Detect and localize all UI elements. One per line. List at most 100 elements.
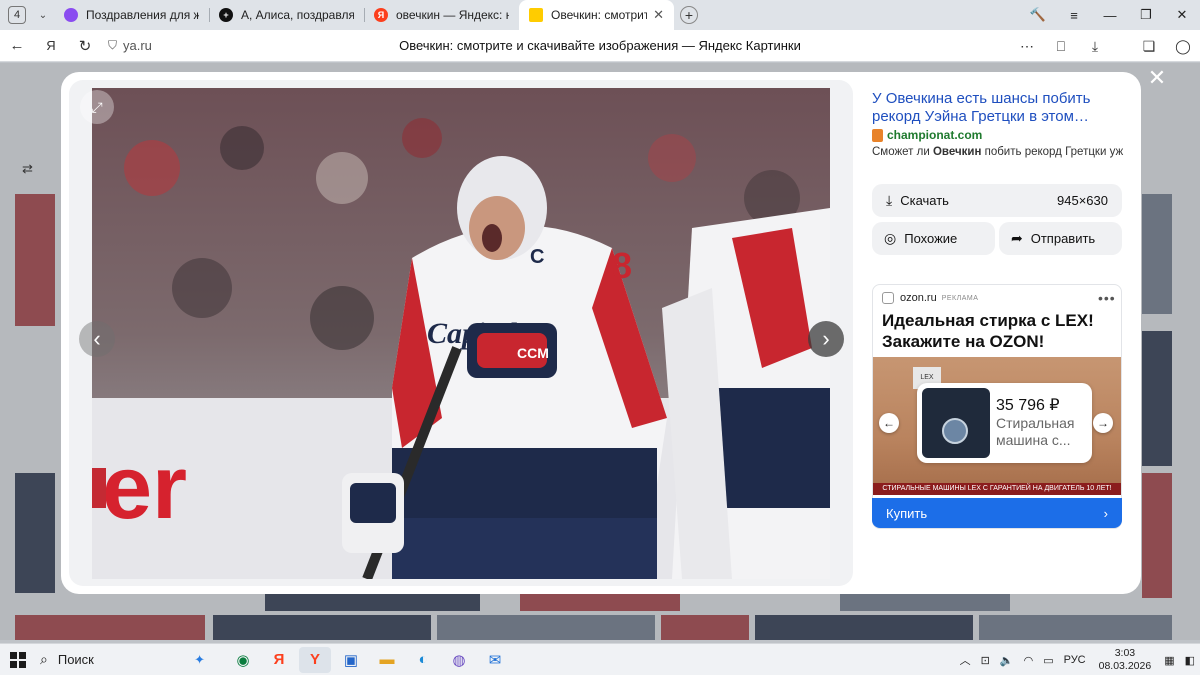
bg-thumbnail	[265, 593, 480, 611]
filter-icon[interactable]: ⇄	[22, 161, 33, 177]
ad-label: РЕКЛАМА	[941, 294, 979, 302]
source-title-link[interactable]: У Овечкина есть шансы побить рекорд Уэйн…	[872, 90, 1122, 126]
taskbar-apps: ◉ Я Y ▣ ▬ ◐ ◍ ✉	[225, 646, 513, 673]
carousel-next-icon[interactable]: →	[1093, 413, 1113, 433]
download-button[interactable]: ⤓ Скачать 945×630	[872, 184, 1122, 217]
taskbar: ⌕ Поиск ✦ ◉ Я Y ▣ ▬ ◐ ◍ ✉ ︿ ⊡ 🔈 ◠ ▭ РУС …	[0, 643, 1200, 675]
tab-alice-chat[interactable]: + А, Алиса, поздравляю с 8	[209, 0, 364, 30]
snippet-bold: Овечкин	[932, 146, 982, 158]
main-photo[interactable]: er C 8 Capitals CCM	[92, 88, 830, 579]
sparkle-icon: ✦	[194, 651, 205, 667]
yandex-browser-icon[interactable]: Y	[299, 646, 331, 673]
product-name: Стиральная машина с...	[996, 415, 1075, 448]
tab-list-chevron-icon[interactable]: ⌄	[32, 10, 54, 21]
tab-strip: 4 ⌄ Поздравления для женщ + А, Алиса, по…	[0, 0, 1200, 30]
network-icon[interactable]: ⊡	[981, 654, 990, 667]
yandex-icon: Я	[374, 8, 388, 22]
tab-label: Овечкин: смотрите и с	[551, 8, 648, 22]
yandex-home-icon[interactable]: Я	[34, 38, 68, 53]
prev-image-button[interactable]: ‹	[79, 321, 115, 357]
shield-icon: ⛉	[108, 38, 118, 52]
hammer-icon[interactable]: 🔨	[1020, 7, 1056, 23]
ad-title[interactable]: Идеальная стирка с LEX! Закажите на OZON…	[882, 310, 1112, 352]
snippet-pre: Сможет ли	[872, 146, 933, 158]
battery-icon[interactable]: ▭	[1043, 654, 1053, 667]
tab-yandex-search[interactable]: Я овечкин — Яндекс: нашло	[364, 0, 519, 30]
url-text: ya.ru	[123, 38, 152, 53]
notification-icon[interactable]: ▦	[1164, 654, 1174, 667]
championat-icon	[872, 128, 883, 142]
tab-label: Поздравления для женщ	[86, 8, 199, 22]
minimize-icon[interactable]: —	[1092, 8, 1128, 23]
download-icon: ⤓	[886, 192, 893, 208]
similar-button[interactable]: ◎ Похожие	[872, 222, 995, 255]
hockey-player-illustration: er C 8 Capitals CCM	[92, 88, 830, 579]
collections-icon[interactable]: ❏	[1132, 38, 1166, 55]
glove-brand: CCM	[517, 345, 549, 361]
snippet-post: побить рекорд Гретцки уж...	[981, 146, 1124, 158]
language-indicator[interactable]: РУС	[1064, 654, 1086, 666]
expand-icon[interactable]: ⤢	[80, 90, 114, 124]
bookmark-icon[interactable]: ⎕	[1044, 38, 1078, 55]
ad-more-icon[interactable]: •••	[1098, 290, 1116, 306]
clock-date: 08.03.2026	[1098, 660, 1152, 672]
images-icon	[529, 8, 543, 22]
tab-label: А, Алиса, поздравляю с 8	[241, 8, 354, 22]
corner-icon[interactable]: ◧	[1185, 654, 1195, 667]
address-actions: ⋯ ⎕ ⤓ ❏ ◯	[1010, 30, 1200, 62]
url-field[interactable]: ⛉ ya.ru	[108, 38, 152, 53]
bg-thumbnail	[1142, 331, 1172, 466]
close-window-icon[interactable]: ✕	[1164, 7, 1200, 23]
share-button[interactable]: ➦ Отправить	[999, 222, 1122, 255]
close-tab-icon[interactable]: ✕	[653, 7, 664, 23]
image-size: 945×630	[1057, 193, 1108, 208]
next-image-button[interactable]: ›	[808, 321, 844, 357]
app-swirl-icon[interactable]: ◍	[443, 647, 475, 673]
edge-icon[interactable]: ◐	[407, 647, 439, 673]
chrome-icon[interactable]: ◉	[227, 647, 259, 673]
search-label: Поиск	[57, 652, 94, 667]
restore-icon[interactable]: ❐	[1128, 7, 1164, 23]
menu-icon[interactable]: ≡	[1056, 8, 1092, 23]
system-tray: ︿ ⊡ 🔈 ◠ ▭ РУС 3:03 08.03.2026 ▦ ◧	[955, 644, 1200, 675]
store-icon[interactable]: ▣	[335, 647, 367, 673]
buy-button[interactable]: Купить ›	[872, 498, 1122, 528]
volume-icon[interactable]: 🔈	[1000, 654, 1014, 667]
ozon-logo-icon	[882, 292, 894, 304]
close-viewer-button[interactable]: ✕	[1146, 67, 1168, 89]
clock-time: 3:03	[1114, 647, 1136, 659]
download-icon[interactable]: ⤓	[1078, 38, 1112, 55]
alice-plus-icon: +	[219, 8, 233, 22]
ad-advertiser[interactable]: ozon.ru	[900, 292, 937, 304]
bg-thumbnail	[1142, 473, 1172, 598]
ad-header: ozon.ru РЕКЛАМА	[882, 292, 978, 304]
tab-count-button[interactable]: 4	[8, 6, 26, 24]
taskbar-search[interactable]: ⌕ Поиск ✦	[40, 647, 205, 673]
reload-icon[interactable]: ↻	[68, 37, 102, 55]
bg-thumbnail	[15, 473, 55, 593]
alice-icon	[64, 8, 78, 22]
jersey-number: 8	[612, 245, 632, 286]
bg-thumbnail	[755, 615, 973, 640]
tab-greetings[interactable]: Поздравления для женщ	[54, 0, 209, 30]
tab-images-active[interactable]: Овечкин: смотрите и с ✕	[519, 0, 674, 30]
yandex-app-icon[interactable]: Я	[263, 647, 295, 673]
back-icon[interactable]: ←	[0, 37, 34, 54]
share-label: Отправить	[1030, 231, 1096, 246]
windows-start-icon[interactable]	[10, 651, 26, 668]
outlook-icon[interactable]: ✉	[479, 647, 511, 673]
address-bar: Овечкин: смотрите и скачивайте изображен…	[0, 30, 1200, 62]
profile-icon[interactable]: ◯	[1166, 38, 1200, 55]
clock[interactable]: 3:03 08.03.2026	[1099, 647, 1152, 673]
source-site-link[interactable]: championat.com	[872, 128, 982, 142]
product-price: 35 796 ₽	[996, 397, 1060, 414]
new-tab-button[interactable]: +	[680, 6, 698, 24]
carousel-prev-icon[interactable]: ←	[879, 413, 899, 433]
board-text: er	[102, 438, 187, 538]
wifi-icon[interactable]: ◠	[1024, 654, 1034, 667]
bg-thumbnail	[979, 615, 1172, 640]
bg-thumbnail	[15, 194, 55, 326]
chevron-up-icon[interactable]: ︿	[960, 652, 971, 668]
folder-icon[interactable]: ▬	[371, 647, 403, 673]
more-icon[interactable]: ⋯	[1010, 38, 1044, 55]
